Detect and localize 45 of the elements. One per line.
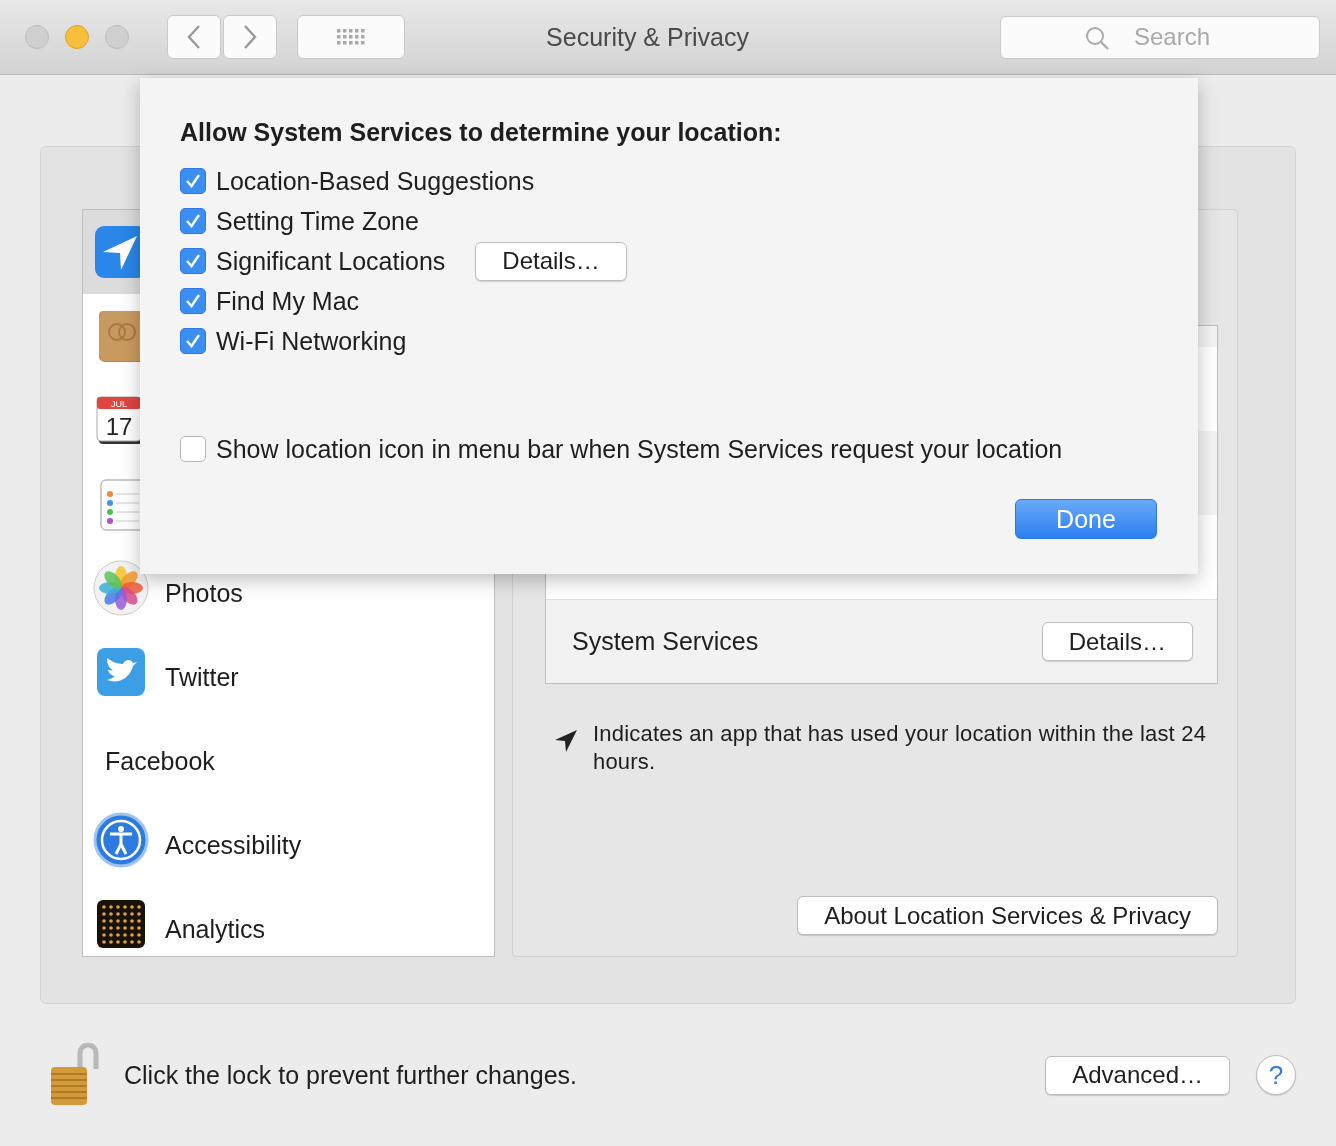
checkmark-icon <box>184 212 202 230</box>
sheet-heading: Allow System Services to determine your location: <box>180 118 783 147</box>
sidebar-item[interactable]: Twitter <box>83 630 494 714</box>
checkbox-label: Significant Locations <box>216 246 446 276</box>
chevron-right-icon <box>242 24 258 50</box>
zoom-button[interactable] <box>105 25 129 49</box>
details-button[interactable]: Details… <box>475 241 627 281</box>
help-button[interactable]: ? <box>1256 1055 1296 1095</box>
checkbox-label: Show location icon in menu bar when System Services request your location <box>216 434 1063 464</box>
search-icon <box>1084 24 1110 51</box>
checkbox[interactable] <box>180 208 206 234</box>
back-button[interactable] <box>167 15 221 59</box>
sidebar-item[interactable]: Facebook <box>83 714 494 798</box>
checkbox-label: Wi-Fi Networking <box>216 326 407 356</box>
forward-button[interactable] <box>223 15 277 59</box>
sidebar-item[interactable]: Analytics <box>83 882 494 956</box>
close-button[interactable] <box>25 25 49 49</box>
checkmark-icon <box>184 172 202 190</box>
minimize-button[interactable] <box>65 25 89 49</box>
advanced-button[interactable]: Advanced… <box>1045 1055 1230 1095</box>
show-all-button[interactable] <box>297 15 405 59</box>
about-button[interactable]: About Location Services & Privacy <box>797 896 1218 935</box>
search-field[interactable]: Search <box>1000 15 1320 59</box>
location-arrow-icon <box>553 728 579 754</box>
checkbox-label: Find My Mac <box>216 286 360 316</box>
system-services-label: System Services <box>572 627 759 656</box>
legend-text: Indicates an app that has used your location within the last 24 hours. <box>593 720 1208 776</box>
chevron-left-icon <box>186 24 202 50</box>
grid-icon <box>336 27 366 47</box>
checkmark-icon <box>184 292 202 310</box>
checkbox-label: Setting Time Zone <box>216 206 419 236</box>
checkbox[interactable] <box>180 288 206 314</box>
accessibility-icon <box>93 812 149 868</box>
details-button[interactable]: Details… <box>1041 622 1193 661</box>
checkbox[interactable] <box>180 436 206 462</box>
checkbox[interactable] <box>180 168 206 194</box>
checkbox[interactable] <box>180 328 206 354</box>
sidebar-item[interactable]: Accessibility <box>83 798 494 882</box>
checkmark-icon <box>184 332 202 350</box>
unlocked-padlock-icon[interactable] <box>50 1043 100 1107</box>
checkbox-label: Location-Based Suggestions <box>216 166 535 196</box>
checkbox[interactable] <box>180 248 206 274</box>
lock-message: Click the lock to prevent further changes. <box>124 1060 578 1090</box>
checkmark-icon <box>184 252 202 270</box>
window-title: Security & Privacy <box>545 22 750 52</box>
